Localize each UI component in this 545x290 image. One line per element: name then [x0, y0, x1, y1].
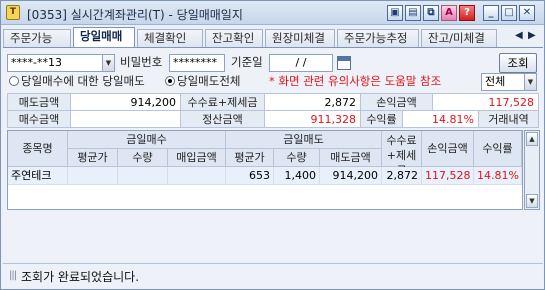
account-select[interactable]: ****-**13 ▼ [7, 54, 115, 72]
trade-table: 종목명 금일매수 금일매도 수수료 +제세금 손익금액 수익률 평균가 수량 매… [7, 130, 523, 210]
date-field[interactable]: / / [269, 54, 333, 72]
maximize-icon[interactable]: □ [501, 5, 517, 21]
password-field[interactable]: ******** [169, 54, 225, 72]
fee-tax-label: 수수료+제세금 [181, 93, 265, 111]
radio-today-buy-sell[interactable] [9, 76, 19, 86]
cell-pl-amount: 117,528 [422, 167, 474, 185]
col-group-buy: 금일매수 [68, 131, 226, 149]
col-buy-qty[interactable]: 수량 [118, 149, 168, 167]
cell-buy-amount [168, 167, 226, 185]
sell-amount-label: 매도금액 [7, 93, 71, 111]
app-icon: T [6, 5, 20, 20]
title-bar[interactable]: T [0353] 실시간계좌관리(T) - 당일매매일지 ▣ ▤ ⧉ A ? _… [1, 1, 544, 25]
cell-buy-avg [68, 167, 118, 185]
account-value: ****-**13 [11, 56, 62, 69]
radio1-label: 당일매수에 대한 당일매도 [21, 74, 145, 88]
scroll-up-icon[interactable]: ▲ [526, 132, 538, 146]
restore-layout-icon[interactable]: ▣ [387, 5, 403, 21]
col-fee-tax[interactable]: 수수료 +제세금 [382, 131, 422, 177]
tab-bar: 주문가능 당일매매 체결확인 잔고확인 원장미체결 주문가능추정 잔고/미체결 … [3, 27, 543, 48]
col-sell-qty[interactable]: 수량 [274, 149, 320, 167]
calendar-icon[interactable] [337, 56, 351, 70]
tab-orderable[interactable]: 주문가능 [3, 29, 71, 47]
close-icon[interactable]: ✕ [519, 5, 535, 21]
col-buy-amount[interactable]: 매입금액 [168, 149, 226, 167]
filter-value: 전체 [485, 75, 506, 88]
buy-amount-value [71, 110, 181, 128]
chevron-down-icon[interactable]: ▼ [102, 55, 114, 71]
filter-select[interactable]: 전체 ▼ [481, 73, 537, 91]
print-icon[interactable]: A [441, 5, 457, 21]
col-pl-amount[interactable]: 손익금액 [422, 131, 474, 167]
tab-today-trades[interactable]: 당일매매 [73, 27, 135, 48]
col-buy-avg[interactable]: 평균가 [68, 149, 118, 167]
col-stock-name[interactable]: 종목명 [8, 131, 68, 167]
tab-scroll-right-icon[interactable]: ▶ [528, 30, 536, 41]
col-return-rate[interactable]: 수익률 [474, 131, 522, 167]
sell-amount-value: 914,200 [71, 93, 181, 111]
cell-stock-name: 주연테크 [8, 167, 68, 185]
trade-history-link[interactable]: 거래내역 [479, 110, 539, 128]
window: T [0353] 실시간계좌관리(T) - 당일매매일지 ▣ ▤ ⧉ A ? _… [0, 0, 545, 290]
help-icon[interactable]: ? [459, 5, 475, 21]
notice-text: * 화면 관련 유의사항은 도움말 참조 [269, 74, 442, 88]
window-title: [0353] 실시간계좌관리(T) - 당일매매일지 [27, 8, 243, 22]
settlement-label: 정산금액 [181, 110, 265, 128]
return-rate-label: 수익률 [361, 110, 403, 128]
settlement-value: 911,328 [265, 110, 361, 128]
password-label: 비밀번호 [120, 55, 163, 69]
cell-fee-tax: 2,872 [382, 167, 422, 185]
cell-buy-qty [118, 167, 168, 185]
chevron-down-icon[interactable]: ▼ [524, 74, 536, 90]
link-icon[interactable]: ⧉ [423, 5, 439, 21]
tab-orderable-estimate[interactable]: 주문가능추정 [337, 29, 419, 47]
col-sell-amount[interactable]: 매도금액 [320, 149, 382, 167]
radio-today-sell-all[interactable] [165, 76, 175, 86]
cell-sell-amount: 914,200 [320, 167, 382, 185]
search-button[interactable]: 조회 [499, 53, 537, 73]
tab-balance-check[interactable]: 잔고확인 [205, 29, 263, 47]
tab-scroll-left-icon[interactable]: ◀ [515, 30, 523, 41]
save-icon[interactable]: ▤ [405, 5, 421, 21]
radio2-label: 당일매도전체 [177, 74, 241, 88]
cell-sell-avg: 653 [226, 167, 274, 185]
col-group-sell: 금일매도 [226, 131, 382, 149]
scroll-down-icon[interactable]: ▼ [526, 194, 538, 208]
tab-panel: ****-**13 ▼ 비밀번호 ******** 기준일 / / 조회 당일매… [3, 47, 543, 261]
cell-sell-qty: 1,400 [274, 167, 320, 185]
return-rate-value: 14.81% [403, 110, 479, 128]
grip-icon: ||| [9, 270, 17, 281]
pl-amount-label: 손익금액 [361, 93, 433, 111]
minimize-icon[interactable]: _ [483, 5, 499, 21]
date-label: 기준일 [231, 55, 263, 69]
table-scrollbar[interactable]: ▲ ▼ [524, 130, 540, 210]
tab-ledger-unfilled[interactable]: 원장미체결 [265, 29, 335, 47]
buy-amount-label: 매수금액 [7, 110, 71, 128]
status-message: 조회가 완료되었습니다. [21, 270, 140, 284]
tab-balance-unfilled[interactable]: 잔고/미체결 [421, 29, 497, 47]
pl-amount-value: 117,528 [433, 93, 539, 111]
cell-return-rate: 14.81% [474, 167, 522, 185]
fee-tax-value: 2,872 [265, 93, 361, 111]
status-bar: ||| 조회가 완료되었습니다. [3, 263, 543, 287]
col-sell-avg[interactable]: 평균가 [226, 149, 274, 167]
tab-fill-check[interactable]: 체결확인 [137, 29, 203, 47]
